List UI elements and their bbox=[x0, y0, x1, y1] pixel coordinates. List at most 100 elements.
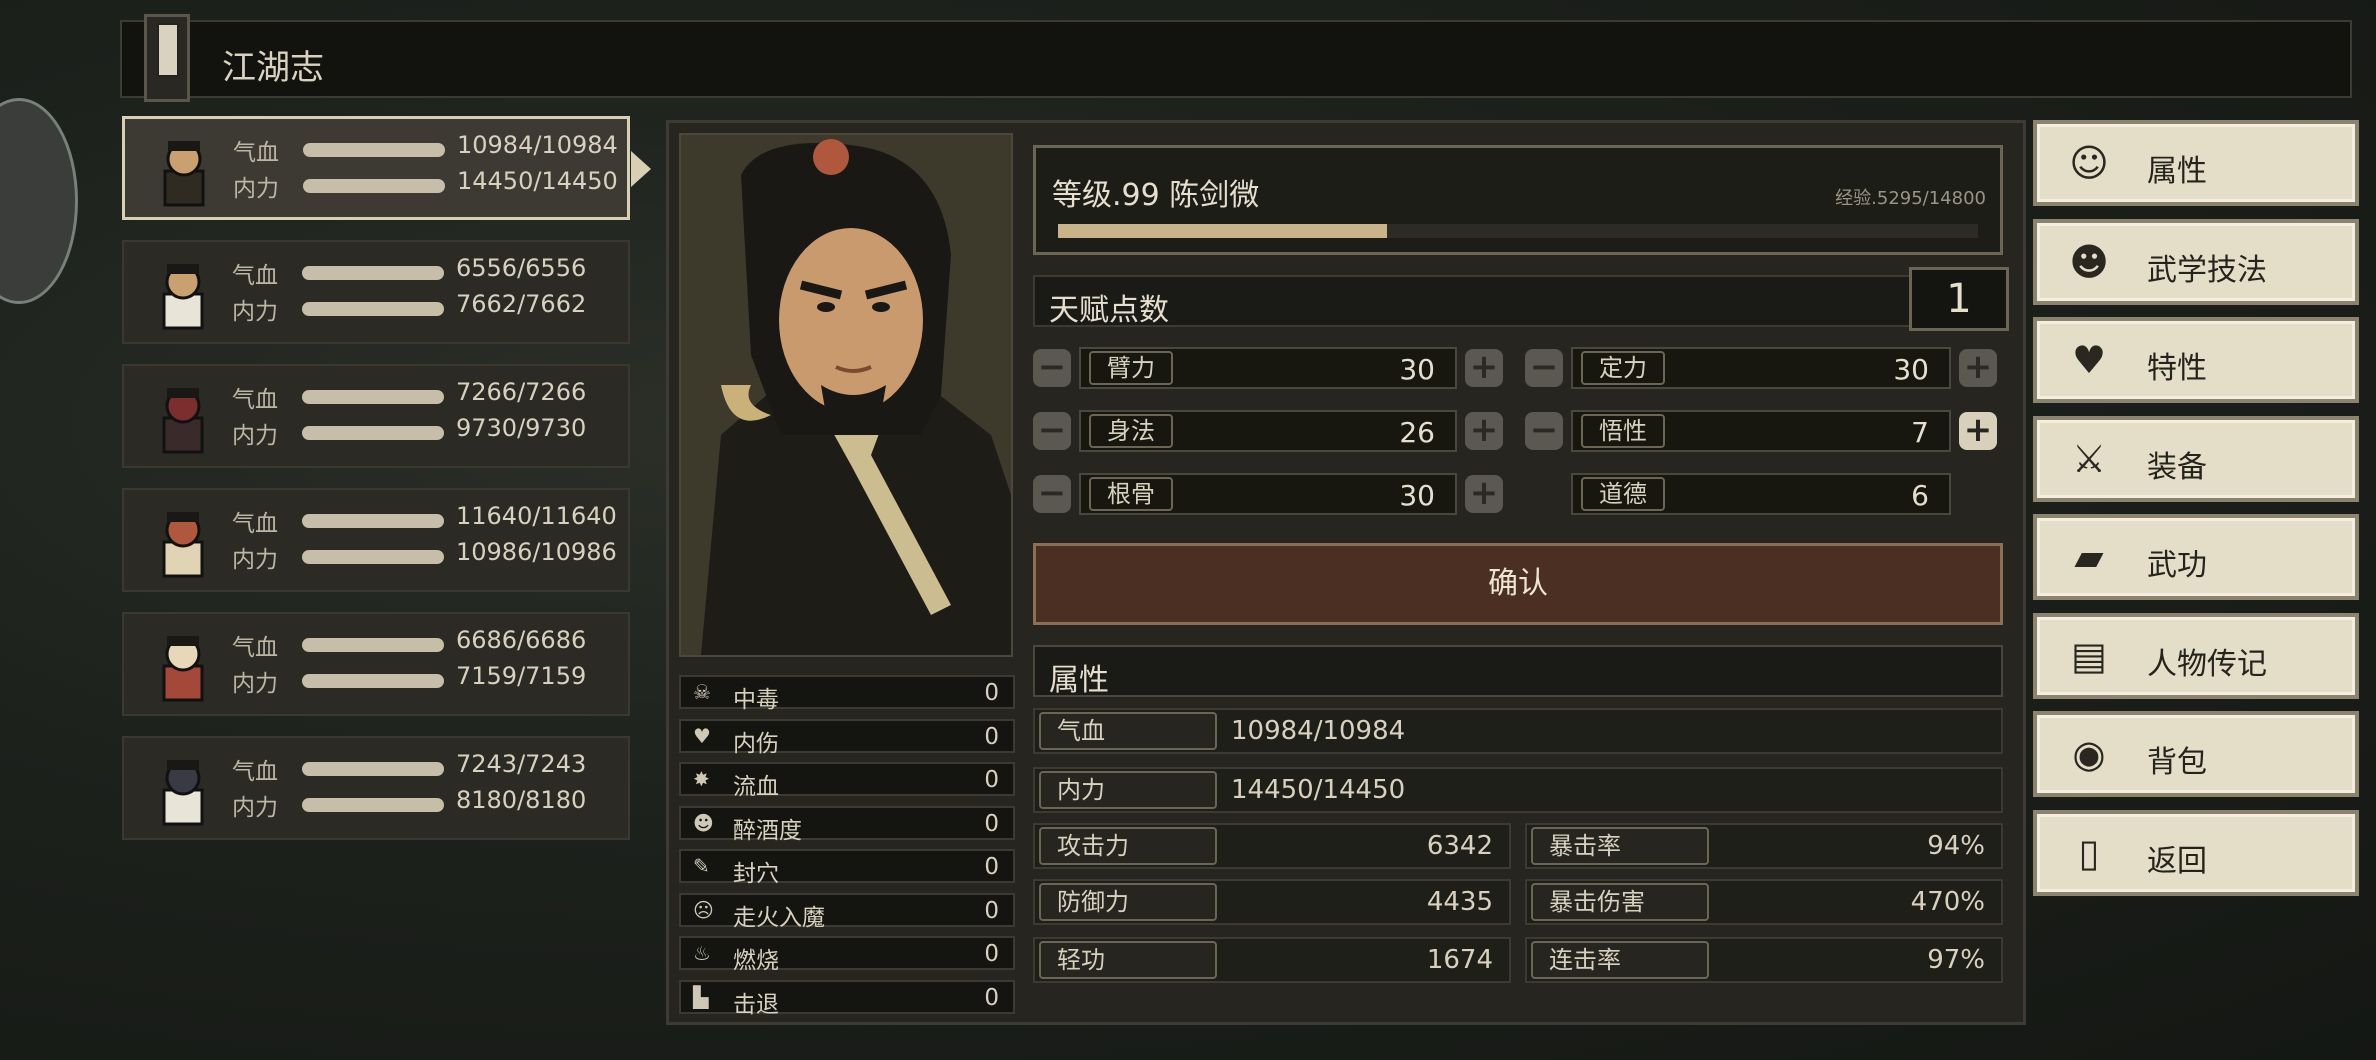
status-effect-label: 燃烧 bbox=[733, 948, 779, 974]
menu-button-0[interactable]: ☺ 属性 bbox=[2033, 120, 2359, 206]
attributes-section-header: 属性 bbox=[1033, 645, 2003, 698]
member-portrait bbox=[140, 374, 226, 460]
hp-bar bbox=[302, 390, 444, 404]
party-member-card[interactable]: 气血 11640/11640 内力 10986/10986 bbox=[122, 488, 630, 592]
increase-2-button[interactable]: + bbox=[1465, 412, 1503, 450]
mp-label: 内力 bbox=[232, 547, 278, 573]
party-member-card[interactable]: 气血 10984/10984 内力 14450/14450 bbox=[122, 116, 651, 220]
attack-label: 攻击力 bbox=[1039, 827, 1217, 865]
menu-button-5[interactable]: ▤ 人物传记 bbox=[2033, 612, 2359, 699]
menu-button-1[interactable]: ☻ 武学技法 bbox=[2033, 218, 2359, 305]
defense-label: 防御力 bbox=[1039, 883, 1217, 921]
mp-value: 7662/7662 bbox=[456, 290, 587, 318]
attack-row: 攻击力 6342 bbox=[1033, 823, 1511, 869]
attribute-value: 30 bbox=[1399, 353, 1435, 386]
attribute-field: 道德 6 bbox=[1571, 473, 1951, 515]
attribute-name: 定力 bbox=[1581, 351, 1665, 385]
hp-label: 气血 bbox=[232, 263, 278, 289]
confirm-button[interactable]: 确认 bbox=[1033, 543, 2003, 625]
status-effect-value: 0 bbox=[984, 984, 999, 1011]
party-member-card[interactable]: 气血 7266/7266 内力 9730/9730 bbox=[122, 364, 630, 468]
increase-1-button[interactable]: + bbox=[1959, 349, 1997, 387]
party-member-card[interactable]: 气血 7243/7243 内力 8180/8180 bbox=[122, 736, 630, 840]
mp-bar bbox=[302, 302, 444, 316]
menu-button-3[interactable]: ⚔ 装备 bbox=[2033, 415, 2359, 502]
hp-bar bbox=[302, 514, 444, 528]
combo-rate-row: 连击率 97% bbox=[1525, 937, 2003, 983]
menu-button-7[interactable]: ▯ 返回 bbox=[2033, 809, 2359, 896]
status-effect-row: ☹ 走火入魔 0 bbox=[679, 892, 1015, 931]
party-member-card[interactable]: 气血 6556/6556 内力 7662/7662 bbox=[122, 240, 630, 344]
mp-label: 内力 bbox=[232, 795, 278, 821]
hp-value: 6556/6556 bbox=[456, 254, 587, 282]
attribute-field: 臂力 30 bbox=[1079, 347, 1457, 389]
menu-button-6[interactable]: ◉ 背包 bbox=[2033, 711, 2359, 797]
status-effect-value: 0 bbox=[984, 723, 999, 750]
attribute-value: 30 bbox=[1893, 353, 1929, 386]
crit-rate-label: 暴击率 bbox=[1531, 827, 1709, 865]
drunk-face-icon: ☻ bbox=[693, 810, 714, 835]
mp-label: 内力 bbox=[233, 176, 279, 202]
agility-label: 轻功 bbox=[1039, 941, 1217, 979]
member-portrait bbox=[140, 622, 226, 708]
attack-value: 6342 bbox=[1426, 831, 1493, 861]
status-effect-label: 中毒 bbox=[733, 687, 779, 713]
increase-4-button[interactable]: + bbox=[1465, 475, 1503, 513]
broken-heart-icon: ♥ bbox=[693, 723, 711, 748]
decrease-2-button[interactable]: − bbox=[1033, 412, 1071, 450]
menu-button-2[interactable]: ♥ 特性 bbox=[2033, 317, 2359, 403]
combo-rate-label: 连击率 bbox=[1531, 941, 1709, 979]
decrease-0-button[interactable]: − bbox=[1033, 349, 1071, 387]
status-effect-row: ♥ 内伤 0 bbox=[679, 718, 1015, 757]
exp-text: 经验.5295/14800 bbox=[1835, 188, 1986, 209]
attribute-name: 臂力 bbox=[1089, 351, 1173, 385]
hp-bar bbox=[303, 143, 445, 157]
hp-value: 7243/7243 bbox=[456, 750, 587, 778]
talent-points-count: 1 bbox=[1909, 267, 2009, 331]
decrease-4-button[interactable]: − bbox=[1033, 475, 1071, 513]
level-name-text: 等级.99 陈剑微 bbox=[1052, 178, 1260, 213]
mp-label: 内力 bbox=[1039, 771, 1217, 809]
status-effect-value: 0 bbox=[984, 810, 999, 837]
status-effect-value: 0 bbox=[984, 680, 999, 706]
mp-bar bbox=[302, 674, 444, 688]
hp-label: 气血 bbox=[232, 387, 278, 413]
status-effect-value: 0 bbox=[984, 941, 999, 967]
crit-rate-value: 94% bbox=[1927, 831, 1985, 861]
hp-label: 气血 bbox=[1039, 712, 1217, 750]
hp-value: 11640/11640 bbox=[456, 502, 617, 530]
decrease-1-button[interactable]: − bbox=[1525, 349, 1563, 387]
hp-label: 气血 bbox=[232, 511, 278, 537]
mp-bar bbox=[303, 179, 445, 193]
member-portrait bbox=[141, 127, 227, 213]
hp-value: 6686/6686 bbox=[456, 626, 587, 654]
journal-book-icon bbox=[144, 14, 190, 102]
mp-value: 7159/7159 bbox=[456, 662, 587, 690]
menu-button-label: 特性 bbox=[2147, 351, 2207, 386]
mp-bar bbox=[302, 426, 444, 440]
decrease-3-button[interactable]: − bbox=[1525, 412, 1563, 450]
hp-value: 7266/7266 bbox=[456, 378, 587, 406]
menu-button-label: 人物传记 bbox=[2147, 646, 2267, 682]
hp-row: 气血 10984/10984 bbox=[1033, 708, 2003, 754]
attribute-value: 7 bbox=[1911, 416, 1929, 449]
boot-icon: ▙ bbox=[693, 984, 709, 1009]
party-member-card[interactable]: 气血 6686/6686 内力 7159/7159 bbox=[122, 612, 630, 716]
increase-3-button[interactable]: + bbox=[1959, 412, 1997, 450]
attribute-name: 身法 bbox=[1089, 414, 1173, 448]
attribute-field: 根骨 30 bbox=[1079, 473, 1457, 515]
status-effect-row: ▙ 击退 0 bbox=[679, 979, 1015, 1018]
map-edge-widget[interactable] bbox=[0, 98, 78, 304]
status-effect-value: 0 bbox=[984, 767, 999, 793]
status-effect-label: 走火入魔 bbox=[733, 904, 825, 931]
increase-0-button[interactable]: + bbox=[1465, 349, 1503, 387]
status-effect-label: 醉酒度 bbox=[733, 817, 802, 844]
mp-bar bbox=[302, 550, 444, 564]
status-effect-value: 0 bbox=[984, 897, 999, 924]
menu-button-4[interactable]: ▰ 武功 bbox=[2033, 514, 2359, 600]
status-effect-row: ✎ 封穴 0 bbox=[679, 849, 1015, 887]
attributes-section-label: 属性 bbox=[1049, 663, 1109, 698]
selected-indicator-icon bbox=[631, 151, 651, 187]
status-effect-label: 封穴 bbox=[733, 861, 779, 887]
sword-icon: ⚔ bbox=[2071, 436, 2107, 481]
